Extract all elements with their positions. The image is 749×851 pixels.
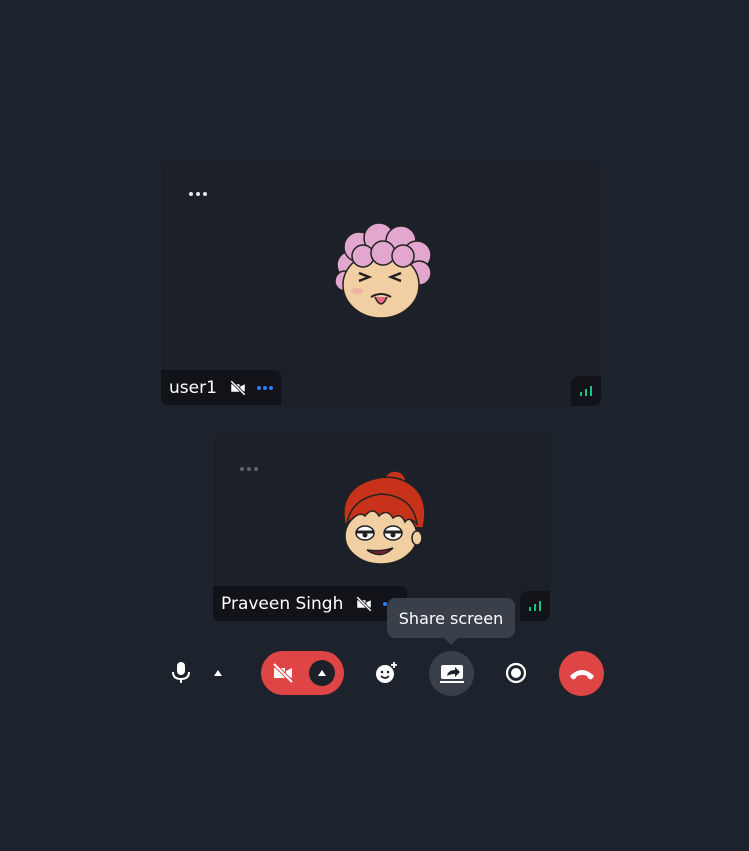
reactions-button[interactable] — [364, 651, 408, 695]
caret-up-icon — [318, 670, 326, 676]
caret-up-icon — [214, 670, 222, 676]
record-icon — [505, 662, 527, 684]
camera-off-icon — [272, 662, 294, 684]
signal-strength-icon — [571, 376, 601, 406]
leave-call-button[interactable] — [559, 651, 604, 696]
avatar-praveen-singh — [343, 470, 426, 565]
avatar-user1 — [334, 223, 432, 319]
screen-share-icon — [439, 664, 464, 683]
microphone-options-button[interactable] — [208, 663, 228, 683]
phone-hangup-icon — [569, 669, 594, 679]
share-screen-button[interactable] — [429, 651, 474, 696]
camera-off-icon — [230, 379, 246, 396]
camera-toggle-group — [261, 651, 344, 695]
nameplate-praveen-singh: Praveen Singh — [213, 586, 408, 621]
participant-tile-user1: user1 — [161, 163, 601, 406]
tooltip-label: Share screen — [398, 608, 504, 628]
camera-options-button[interactable] — [309, 660, 335, 686]
signal-strength-icon — [520, 591, 550, 621]
camera-off-icon — [356, 595, 373, 612]
participant-name: Praveen Singh — [221, 593, 344, 614]
microphone-icon — [172, 662, 190, 683]
share-screen-tooltip: Share screen — [387, 598, 515, 645]
microphone-button[interactable] — [159, 651, 203, 695]
tile-menu-icon[interactable] — [240, 467, 258, 471]
participant-name: user1 — [169, 377, 217, 398]
participant-tile-praveen-singh: Praveen Singh — [213, 433, 550, 621]
participant-more-icon[interactable] — [256, 385, 273, 390]
tile-menu-icon[interactable] — [189, 192, 207, 196]
record-button[interactable] — [494, 651, 538, 695]
nameplate-user1: user1 — [161, 370, 281, 405]
camera-button[interactable] — [261, 651, 305, 695]
emoji-add-icon — [376, 662, 397, 683]
